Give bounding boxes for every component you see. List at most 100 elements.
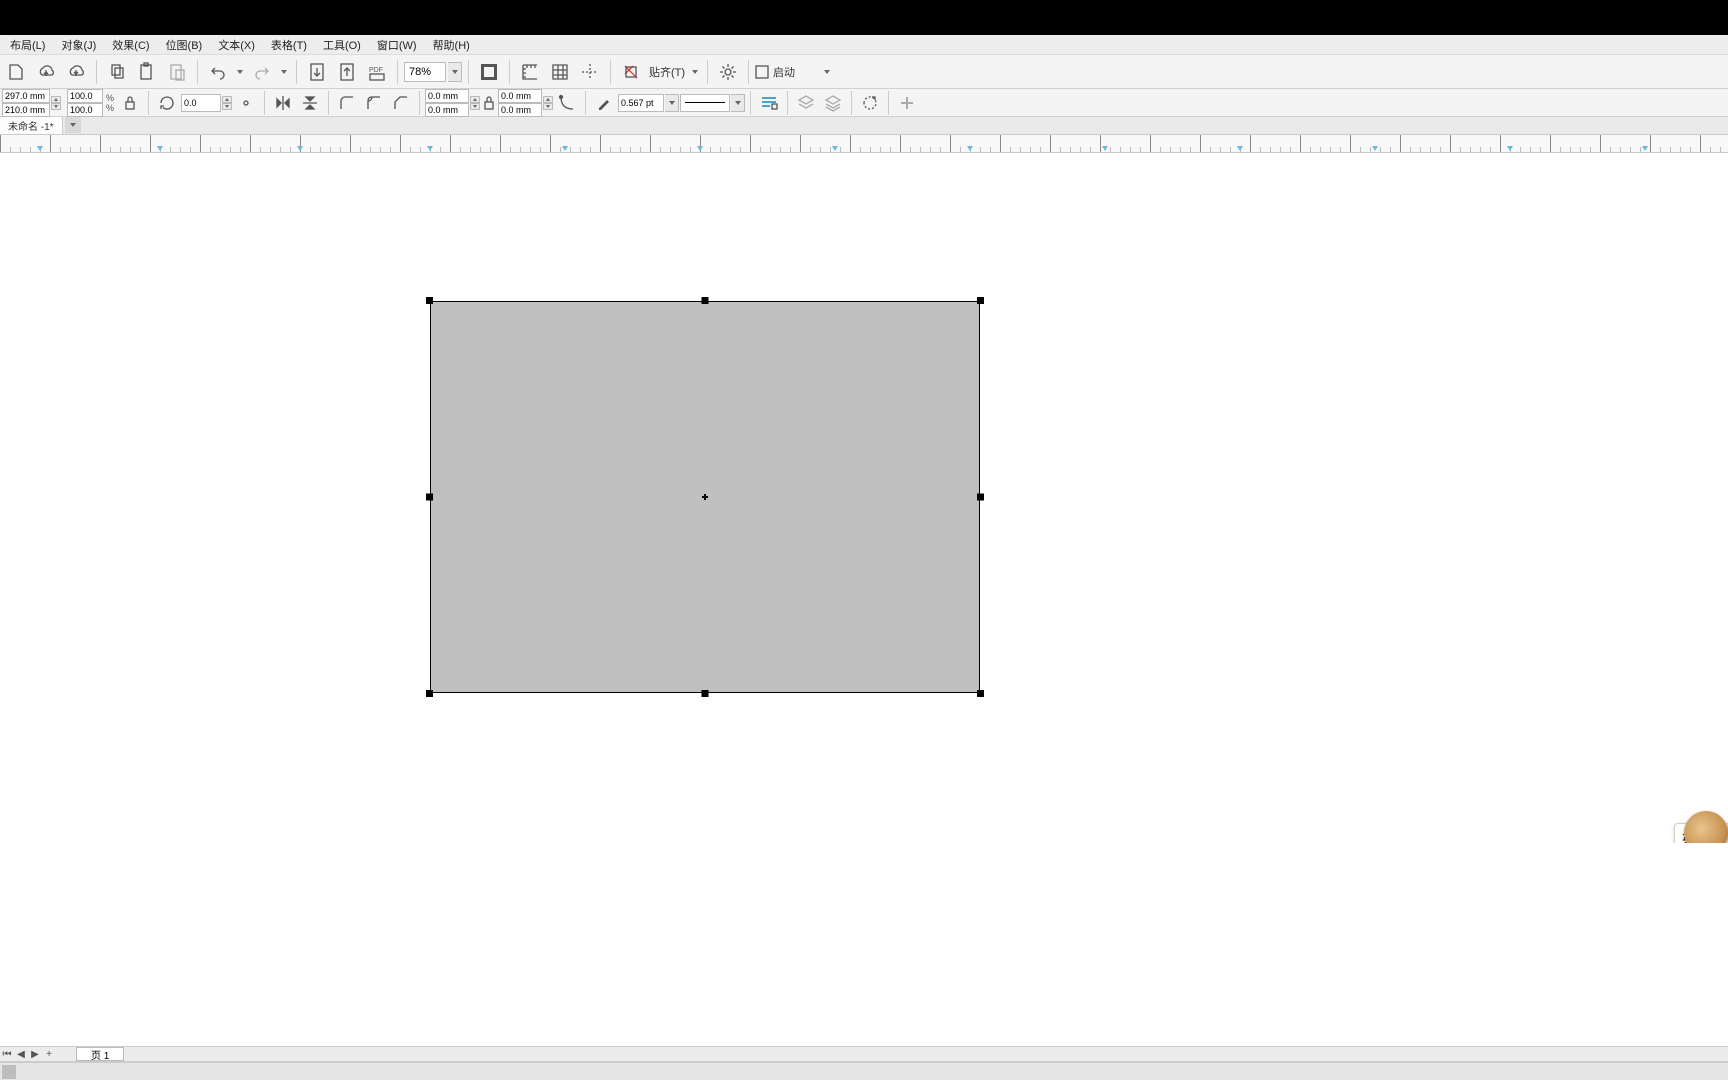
menu-help[interactable]: 帮助(H) <box>425 35 478 55</box>
line-style-dropdown[interactable] <box>731 94 745 112</box>
zoom-field[interactable]: 78% <box>404 62 446 82</box>
export-button[interactable] <box>333 58 361 86</box>
corner-left-spinner[interactable] <box>470 96 480 110</box>
scale-y-field[interactable]: 100.0 <box>67 103 103 117</box>
page-next-button[interactable]: ▶ <box>28 1047 42 1061</box>
scale-x-field[interactable]: 100.0 <box>67 89 103 103</box>
to-back-button[interactable] <box>820 91 846 115</box>
selected-rectangle[interactable] <box>430 301 980 693</box>
separator <box>888 91 889 115</box>
separator <box>787 91 788 115</box>
chevron-down-icon <box>281 70 287 74</box>
corner-round-button[interactable] <box>334 91 360 115</box>
new-button[interactable] <box>2 58 30 86</box>
show-grid-button[interactable] <box>546 58 574 86</box>
object-width-field[interactable]: 297.0 mm <box>2 89 50 103</box>
separator <box>96 60 97 84</box>
redo-button[interactable] <box>248 58 276 86</box>
zoom-dropdown[interactable] <box>448 62 462 82</box>
document-tab[interactable]: 未命名 -1* <box>0 117 63 134</box>
menu-layout[interactable]: 布局(L) <box>2 35 53 55</box>
show-guides-button[interactable] <box>576 58 604 86</box>
import-button[interactable] <box>303 58 331 86</box>
canvas-workspace[interactable]: 英 ☽ • ■ <box>0 153 1728 843</box>
launch-label[interactable]: 启动 <box>771 64 797 80</box>
menu-table[interactable]: 表格(T) <box>263 35 315 55</box>
size-spinner[interactable] <box>51 96 61 110</box>
paste-button[interactable] <box>133 58 161 86</box>
redo-dropdown[interactable] <box>278 62 290 82</box>
corner-tl-field[interactable]: 0.0 mm <box>425 89 469 103</box>
separator <box>468 60 469 84</box>
publish-pdf-button[interactable]: PDF <box>363 58 391 86</box>
ruler-horizontal[interactable] <box>0 135 1728 153</box>
snap-dropdown[interactable] <box>689 62 701 82</box>
to-front-button[interactable] <box>793 91 819 115</box>
copy-button[interactable] <box>103 58 131 86</box>
undo-dropdown[interactable] <box>234 62 246 82</box>
corner-tr-field[interactable]: 0.0 mm <box>498 89 542 103</box>
corner-chamfer-button[interactable] <box>388 91 414 115</box>
menu-tools[interactable]: 工具(O) <box>315 35 369 55</box>
outline-width-field[interactable]: 0.567 pt <box>618 94 664 112</box>
corner-lock-button[interactable] <box>481 91 497 115</box>
corner-bl-field[interactable]: 0.0 mm <box>425 103 469 117</box>
assistant-avatar-icon[interactable] <box>1684 811 1728 843</box>
menu-effects[interactable]: 效果(C) <box>104 35 157 55</box>
resize-handle-tm[interactable] <box>702 297 709 304</box>
snap-label[interactable]: 贴齐(T) <box>647 64 687 80</box>
convert-curves-button[interactable] <box>857 91 883 115</box>
corner-br-field[interactable]: 0.0 mm <box>498 103 542 117</box>
separator <box>748 60 749 84</box>
object-height-field[interactable]: 210.0 mm <box>2 103 50 117</box>
relative-corner-button[interactable] <box>554 91 580 115</box>
page-tab[interactable]: 页 1 <box>76 1047 124 1061</box>
tab-menu-button[interactable] <box>65 117 81 133</box>
lock-ratio-button[interactable] <box>117 91 143 115</box>
mirror-vertical-button[interactable] <box>297 91 323 115</box>
line-style-preview[interactable] <box>680 94 730 112</box>
resize-handle-ml[interactable] <box>426 494 433 501</box>
rotation-spinner[interactable] <box>222 96 232 110</box>
chevron-down-icon <box>735 101 741 105</box>
rotation-field[interactable]: 0.0 <box>181 94 221 112</box>
resize-handle-br[interactable] <box>977 690 984 697</box>
menu-window[interactable]: 窗口(W) <box>369 35 425 55</box>
launch-dropdown[interactable] <box>821 62 833 82</box>
percent-label: % <box>104 93 116 103</box>
separator <box>419 91 420 115</box>
rotate-reset-button[interactable] <box>154 91 180 115</box>
menu-text[interactable]: 文本(X) <box>210 35 263 55</box>
mirror-horizontal-button[interactable] <box>270 91 296 115</box>
save-cloud-button[interactable] <box>62 58 90 86</box>
add-button[interactable] <box>894 91 920 115</box>
chevron-down-icon <box>692 70 698 74</box>
snap-off-button[interactable] <box>617 58 645 86</box>
wrap-text-button[interactable] <box>756 91 782 115</box>
corner-right-spinner[interactable] <box>543 96 553 110</box>
open-cloud-button[interactable] <box>32 58 60 86</box>
paste-special-button[interactable] <box>163 58 191 86</box>
corner-scallop-button[interactable] <box>361 91 387 115</box>
resize-handle-mr[interactable] <box>977 494 984 501</box>
percent-label: % <box>104 103 116 113</box>
fullscreen-button[interactable] <box>475 58 503 86</box>
outline-width-dropdown[interactable] <box>665 94 679 112</box>
resize-handle-bm[interactable] <box>702 690 709 697</box>
menu-bitmap[interactable]: 位图(B) <box>158 35 211 55</box>
resize-handle-tl[interactable] <box>426 297 433 304</box>
resize-handle-tr[interactable] <box>977 297 984 304</box>
show-rulers-button[interactable] <box>516 58 544 86</box>
main-toolbar: PDF 78% 贴齐(T) 启动 <box>0 55 1728 89</box>
options-button[interactable] <box>714 58 742 86</box>
separator <box>148 91 149 115</box>
page-first-button[interactable]: ⏮ <box>0 1047 14 1061</box>
menu-object[interactable]: 对象(J) <box>53 35 104 55</box>
undo-button[interactable] <box>204 58 232 86</box>
svg-text:PDF: PDF <box>369 67 383 74</box>
resize-handle-bl[interactable] <box>426 690 433 697</box>
page-add-button[interactable]: + <box>42 1047 56 1061</box>
page-prev-button[interactable]: ◀ <box>14 1047 28 1061</box>
object-center-marker <box>703 495 707 499</box>
launch-checkbox[interactable] <box>755 58 769 86</box>
